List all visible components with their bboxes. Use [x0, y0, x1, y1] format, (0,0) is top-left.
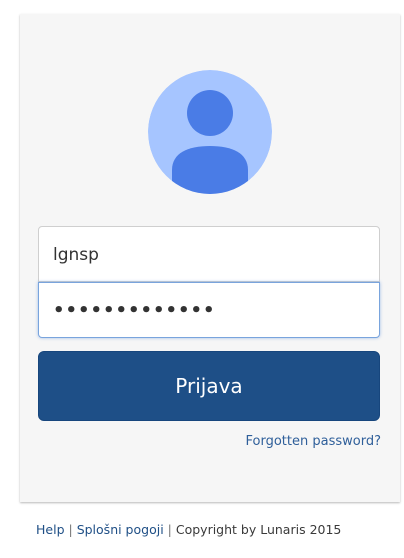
footer-separator: | — [68, 522, 73, 537]
footer: Help | Splošni pogoji | Copyright by Lun… — [36, 522, 392, 537]
login-card: lgnsp ••••••••••••• Prijava Forgotten pa… — [20, 14, 400, 502]
help-link[interactable]: Help — [36, 522, 65, 537]
username-input[interactable]: lgnsp — [38, 226, 380, 282]
footer-separator: | — [167, 522, 172, 537]
forgot-password-link[interactable]: Forgotten password? — [246, 434, 381, 449]
copyright-text: Copyright by Lunaris 2015 — [175, 522, 342, 537]
terms-link[interactable]: Splošni pogoji — [77, 522, 164, 537]
password-input[interactable]: ••••••••••••• — [38, 282, 380, 338]
login-button[interactable]: Prijava — [38, 351, 380, 421]
user-avatar-icon — [148, 70, 272, 194]
